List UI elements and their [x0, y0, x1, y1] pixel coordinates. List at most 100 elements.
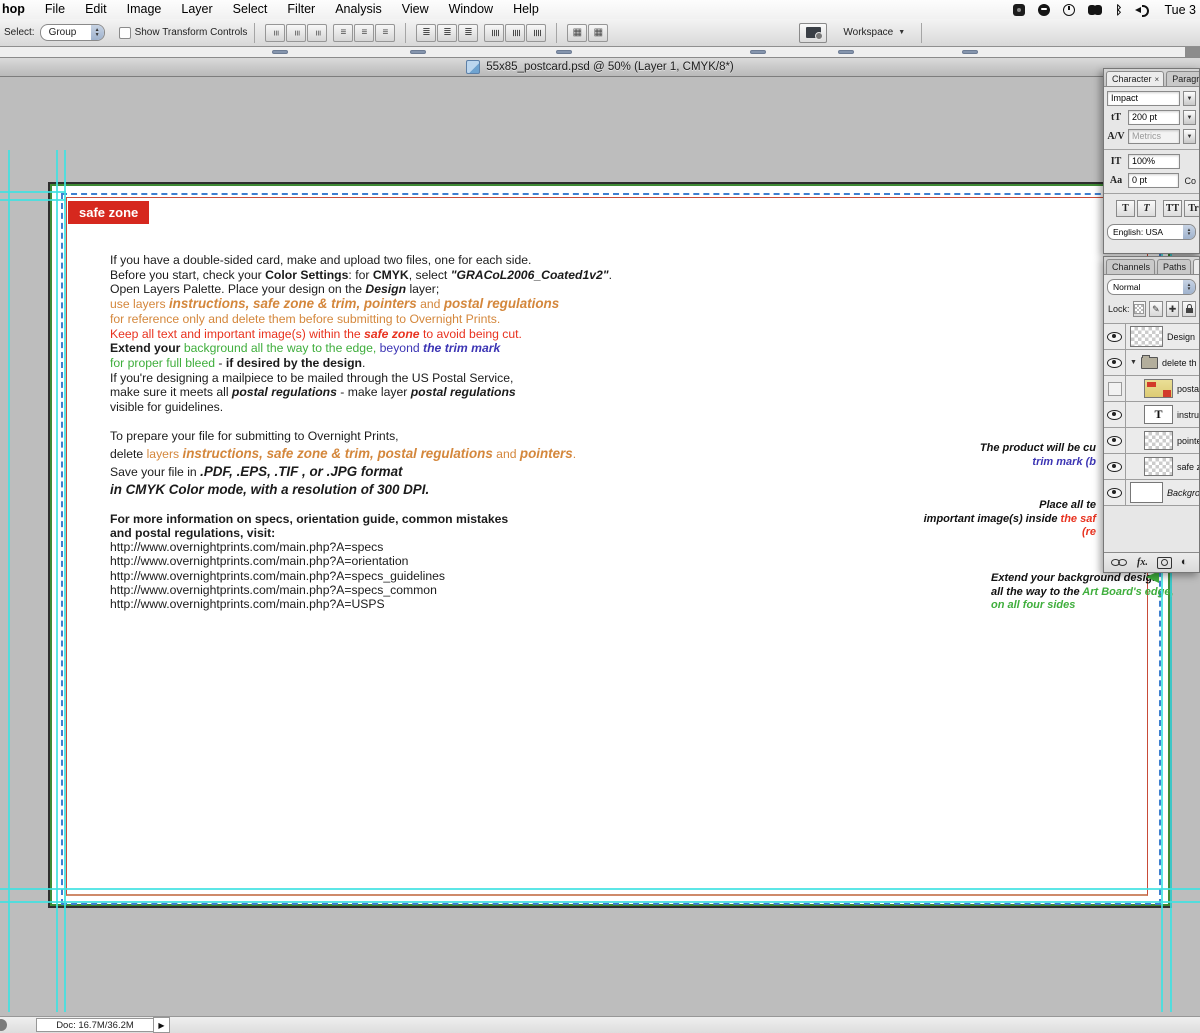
align-button[interactable]: ≡: [375, 24, 395, 42]
layer-row[interactable]: ▼delete th: [1104, 350, 1199, 376]
menu-item-window[interactable]: Window: [439, 0, 503, 19]
auto-align-button[interactable]: ▦: [588, 24, 608, 42]
menu-item-help[interactable]: Help: [503, 0, 549, 19]
canvas-artboard[interactable]: safe zone If you have a double-sided car…: [48, 182, 1172, 908]
visibility-toggle[interactable]: [1104, 350, 1126, 375]
kerning-field[interactable]: Metrics: [1128, 129, 1180, 144]
menu-item-image[interactable]: Image: [117, 0, 172, 19]
layer-thumbnail[interactable]: [1144, 379, 1173, 398]
instruction-paragraph: To prepare your file for submitting to O…: [110, 428, 690, 499]
align-button[interactable]: ≡: [354, 24, 374, 42]
menu-item-layer[interactable]: Layer: [171, 0, 222, 19]
tab-paragraph[interactable]: Paragrap: [1166, 71, 1200, 86]
distribute-button[interactable]: ≣: [484, 24, 504, 42]
language-dropdown[interactable]: English: USA ▲▼: [1107, 224, 1196, 240]
vertical-scale-field[interactable]: 100%: [1128, 154, 1180, 169]
menu-item-edit[interactable]: Edit: [75, 0, 117, 19]
menu-item-hop[interactable]: hop: [0, 0, 35, 19]
select-mode-dropdown[interactable]: Group ▲▼: [40, 24, 105, 41]
align-button[interactable]: ≡: [286, 24, 306, 42]
menu-clock[interactable]: Tue 3: [1164, 3, 1196, 17]
align-button[interactable]: ≡: [307, 24, 327, 42]
visibility-toggle[interactable]: [1104, 454, 1126, 479]
guide-line-horizontal[interactable]: [0, 199, 66, 201]
auto-align-button[interactable]: ▦: [567, 24, 587, 42]
tab-paths[interactable]: Paths: [1157, 259, 1191, 274]
show-transform-controls-checkbox[interactable]: [119, 27, 131, 39]
visibility-toggle[interactable]: [1104, 428, 1126, 453]
menu-item-filter[interactable]: Filter: [277, 0, 325, 19]
messages-icon[interactable]: [1038, 4, 1050, 16]
document-title: 55x85_postcard.psd @ 50% (Layer 1, CMYK/…: [486, 61, 734, 73]
layer-thumbnail[interactable]: [1144, 431, 1173, 450]
blend-mode-dropdown[interactable]: Normal ▲▼: [1107, 279, 1196, 295]
dropdown-arrow-icon[interactable]: ▼: [1183, 129, 1196, 144]
faux-italic-button[interactable]: T: [1137, 200, 1156, 217]
small-caps-button[interactable]: Tr: [1184, 200, 1200, 217]
layer-thumbnail[interactable]: [1130, 482, 1163, 503]
guide-line-horizontal[interactable]: [0, 888, 1200, 890]
layer-row[interactable]: safe zo: [1104, 454, 1199, 480]
baseline-shift-field[interactable]: 0 pt: [1128, 173, 1179, 188]
app-badge-icon[interactable]: [1013, 4, 1025, 16]
faux-bold-button[interactable]: T: [1116, 200, 1135, 217]
visibility-toggle[interactable]: [1104, 376, 1126, 401]
layer-thumbnail[interactable]: [1144, 457, 1173, 476]
layer-thumbnail[interactable]: [1130, 326, 1163, 347]
distribute-button[interactable]: ≣: [437, 24, 457, 42]
distribute-button[interactable]: ≣: [526, 24, 546, 42]
align-button[interactable]: ≡: [333, 24, 353, 42]
menu-item-select[interactable]: Select: [223, 0, 278, 19]
bluetooth-icon[interactable]: ᛒ: [1115, 4, 1122, 16]
go-to-bridge-button[interactable]: [799, 23, 827, 43]
align-button[interactable]: ≡: [265, 24, 285, 42]
layer-row[interactable]: Design: [1104, 324, 1199, 350]
guide-line-horizontal[interactable]: [0, 191, 66, 193]
document-size-field[interactable]: Doc: 16.7M/36.2M: [36, 1018, 154, 1032]
guide-line-vertical[interactable]: [8, 150, 10, 1012]
status-options-button[interactable]: ▶: [153, 1017, 170, 1033]
visibility-toggle[interactable]: [1104, 480, 1126, 505]
lock-pixels-button[interactable]: ✎: [1149, 301, 1163, 317]
layer-row[interactable]: postal: [1104, 376, 1199, 402]
guide-line-vertical[interactable]: [64, 150, 66, 1012]
all-caps-button[interactable]: TT: [1163, 200, 1182, 217]
tab-character[interactable]: Character ×: [1106, 71, 1164, 86]
link-layers-button[interactable]: [1111, 559, 1128, 567]
distribute-button[interactable]: ≣: [458, 24, 478, 42]
layer-mask-button[interactable]: [1157, 557, 1172, 569]
menu-item-view[interactable]: View: [392, 0, 439, 19]
text-run: instructions, safe zone & trim, pointers: [169, 296, 417, 311]
guide-line-horizontal[interactable]: [0, 901, 1200, 903]
lock-position-button[interactable]: ✚: [1166, 301, 1180, 317]
font-size-field[interactable]: 200 pt: [1128, 110, 1180, 125]
distribute-button[interactable]: ≣: [416, 24, 436, 42]
distribute-button[interactable]: ≣: [505, 24, 525, 42]
menu-item-analysis[interactable]: Analysis: [325, 0, 392, 19]
menu-item-file[interactable]: File: [35, 0, 75, 19]
layer-style-button[interactable]: fx.: [1137, 557, 1148, 568]
layer-thumbnail[interactable]: T: [1144, 405, 1173, 424]
group-expand-caret-icon[interactable]: ▼: [1130, 359, 1137, 366]
panel-dock: Character × Paragrap Impact ▼ tT 200 pt …: [1103, 58, 1200, 575]
time-machine-icon[interactable]: [1063, 4, 1075, 16]
tab-channels[interactable]: Channels: [1106, 259, 1155, 274]
visibility-toggle[interactable]: [1104, 402, 1126, 427]
visibility-toggle[interactable]: [1104, 324, 1126, 349]
adjustment-layer-button[interactable]: ◐: [1181, 557, 1188, 568]
layer-row[interactable]: Tinstruc: [1104, 402, 1199, 428]
dropdown-arrow-icon[interactable]: ▼: [1183, 91, 1196, 106]
lock-all-button[interactable]: [1182, 301, 1196, 317]
workspace-dropdown[interactable]: Workspace ▼: [843, 27, 905, 38]
tab-layers[interactable]: La: [1193, 259, 1200, 274]
layer-row[interactable]: pointe: [1104, 428, 1199, 454]
lock-transparency-button[interactable]: [1133, 301, 1147, 317]
document-title-bar[interactable]: 55x85_postcard.psd @ 50% (Layer 1, CMYK/…: [0, 57, 1200, 77]
close-icon[interactable]: ×: [1155, 75, 1160, 84]
guide-line-vertical[interactable]: [56, 150, 58, 1012]
volume-icon[interactable]: [1135, 4, 1151, 16]
font-family-field[interactable]: Impact: [1107, 91, 1180, 106]
dropdown-arrow-icon[interactable]: ▼: [1183, 110, 1196, 125]
spotlight-binoculars-icon[interactable]: [1088, 5, 1102, 15]
layer-row[interactable]: Backgroun: [1104, 480, 1199, 506]
